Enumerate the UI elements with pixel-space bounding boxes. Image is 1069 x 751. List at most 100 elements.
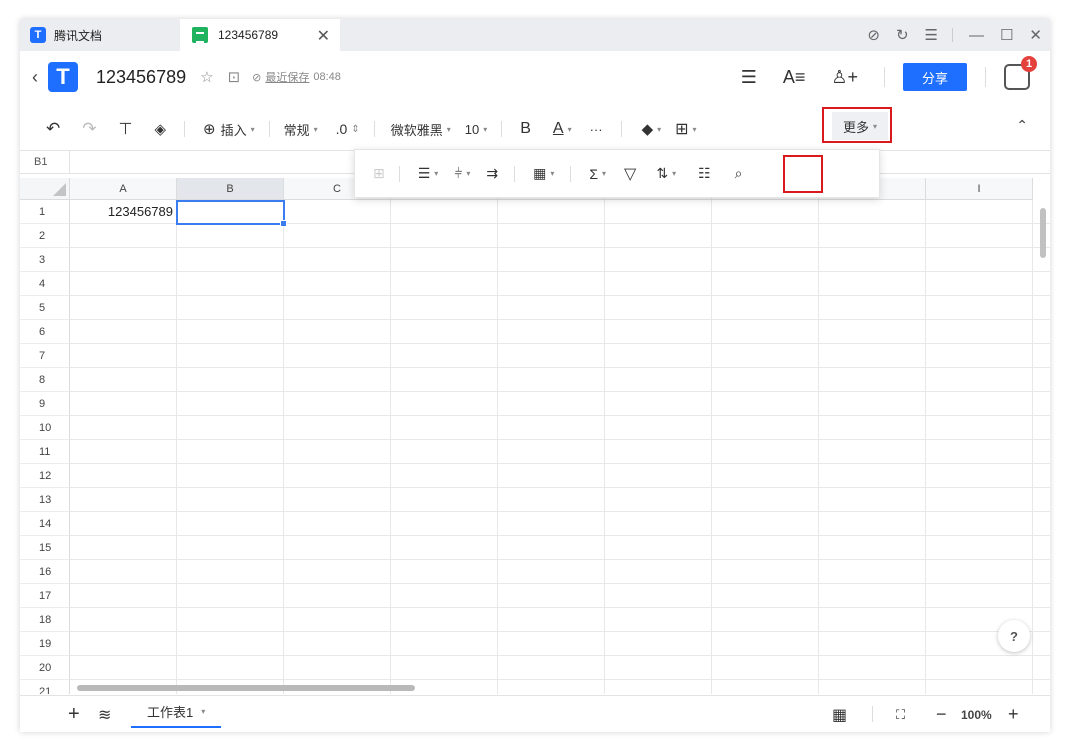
grid-line [70,247,1050,248]
row-header[interactable]: 4 [20,272,70,296]
sheet-tab[interactable]: 工作表1 ▾ [131,696,222,728]
row-header[interactable]: 8 [20,368,70,392]
row-header[interactable]: 7 [20,344,70,368]
number-format-dropdown[interactable]: 常规 ▾ [284,120,318,139]
redo-icon[interactable]: ↷ [82,119,96,139]
avatar[interactable]: 1 [1004,56,1037,90]
merge-cells-icon[interactable]: ⊞ [373,165,385,182]
row-header[interactable]: 19 [20,632,70,656]
chevron-down-icon[interactable]: ▾ [434,169,438,178]
add-sheet-icon[interactable]: + [68,696,80,732]
move-to-folder-icon[interactable]: ⊡ [228,68,241,86]
main-toolbar: ↶ ↷ ⊤ ◈ ⊕ 插入 ▾ 常规 ▾ .0 ⇕ 微软雅黑 ▾ 10 ▾ B A… [20,107,1050,149]
cell-a1[interactable]: 123456789 [70,200,176,224]
insert-button[interactable]: ⊕ 插入 ▾ [203,120,255,139]
zoom-out-icon[interactable]: − [936,696,947,732]
horizontal-scrollbar[interactable] [77,685,415,691]
grid-view-icon[interactable]: ▦ [832,696,847,732]
row-header[interactable]: 18 [20,608,70,632]
row-header[interactable]: 15 [20,536,70,560]
font-family-dropdown[interactable]: 微软雅黑 ▾ [391,120,451,139]
row-header[interactable]: 5 [20,296,70,320]
fullscreen-icon[interactable]: ⛶ [896,696,905,732]
divider [398,165,400,182]
home-tab[interactable]: T 腾讯文档 [30,19,102,51]
row-header[interactable]: 21 [20,680,70,694]
minimize-icon[interactable]: — [969,27,984,44]
chevron-down-icon[interactable]: ▾ [657,125,661,134]
menu-list-icon[interactable]: ☰ [741,67,757,88]
sheet-list-icon[interactable]: ≋ [98,696,111,732]
grid-line [70,559,1050,560]
font-color-button[interactable]: A [553,120,564,138]
row-header[interactable]: 2 [20,224,70,248]
clear-format-icon[interactable]: ◈ [154,120,166,138]
bold-button[interactable]: B [520,120,531,138]
maximize-icon[interactable]: ☐ [1000,26,1013,44]
text-style-icon[interactable]: A≡ [783,67,806,88]
row-header[interactable]: 20 [20,656,70,680]
share-button[interactable]: 分享 [903,63,967,91]
font-size-dropdown[interactable]: 10 ▾ [465,122,487,137]
chevron-down-icon[interactable]: ▾ [602,169,606,178]
undo-icon[interactable]: ↶ [46,119,60,139]
select-all-corner[interactable] [20,178,70,200]
zoom-level[interactable]: 100% [961,696,992,732]
wrap-text-icon[interactable]: ⇉ [486,165,498,182]
tencent-docs-logo[interactable]: T [48,62,78,92]
fill-color-icon[interactable]: ◆ [642,120,654,138]
clear-icon[interactable]: ☷ [698,165,711,182]
decimal-button[interactable]: .0 ⇕ [336,121,360,137]
row-header[interactable]: 6 [20,320,70,344]
row-header[interactable]: 11 [20,440,70,464]
refresh-icon[interactable]: ↻ [896,26,909,44]
help-button[interactable]: ? [998,620,1030,652]
sheet-tab-label: 工作表1 [147,704,194,720]
freeze-icon[interactable]: ▦ [533,165,546,182]
row-header[interactable]: 12 [20,464,70,488]
row-header[interactable]: 10 [20,416,70,440]
row-header[interactable]: 9 [20,392,70,416]
format-painter-icon[interactable]: ⊤ [119,119,133,139]
more-options-button[interactable]: ··· [590,122,603,137]
doc-tab[interactable]: 123456789 ✕ [180,19,340,51]
compass-icon[interactable]: ⊘ [867,26,880,44]
save-label[interactable]: 最近保存 [265,69,309,85]
grid-line [390,200,391,694]
column-header[interactable]: A [70,178,177,200]
chevron-down-icon[interactable]: ▾ [568,125,572,134]
row-header[interactable]: 1 [20,200,70,224]
row-header[interactable]: 13 [20,488,70,512]
close-window-icon[interactable]: ✕ [1029,26,1042,44]
back-icon[interactable]: ‹ [32,67,38,88]
vertical-scrollbar[interactable] [1040,208,1046,258]
search-icon[interactable]: ⌕ [735,165,743,182]
chevron-down-icon[interactable]: ▾ [466,169,470,178]
vertical-align-icon[interactable]: ⫩ [454,165,462,182]
close-tab-icon[interactable]: ✕ [317,26,330,46]
zoom-in-icon[interactable]: + [1008,696,1019,732]
sum-icon[interactable]: Σ [589,166,598,182]
row-header[interactable]: 16 [20,560,70,584]
sort-icon[interactable]: ⇅ [656,165,668,182]
save-status: ⊘ 最近保存 08:48 [252,69,341,85]
row-header[interactable]: 17 [20,584,70,608]
align-icon[interactable]: ☰ [418,165,431,182]
add-collaborator-icon[interactable]: ♙+ [831,67,858,88]
chevron-down-icon[interactable]: ▾ [550,169,554,178]
row-header[interactable]: 3 [20,248,70,272]
border-icon[interactable]: ⊞ [675,119,688,139]
name-box[interactable]: B1 [20,151,70,173]
column-header[interactable]: B [177,178,284,200]
star-icon[interactable]: ☆ [200,68,213,86]
row-header[interactable]: 14 [20,512,70,536]
menu-icon[interactable]: ☰ [925,26,938,44]
chevron-down-icon[interactable]: ▾ [693,125,697,134]
column-header[interactable]: I [926,178,1033,200]
spreadsheet-grid[interactable]: ABCDEFGHI 123456789101112131415161718192… [20,178,1050,694]
doc-title[interactable]: 123456789 [96,67,186,88]
collapse-toolbar-icon[interactable]: ⌃ [1016,117,1028,134]
chevron-down-icon[interactable]: ▾ [672,169,676,178]
selected-cell-b1[interactable] [176,200,287,227]
filter-icon[interactable]: ▽ [624,164,636,184]
